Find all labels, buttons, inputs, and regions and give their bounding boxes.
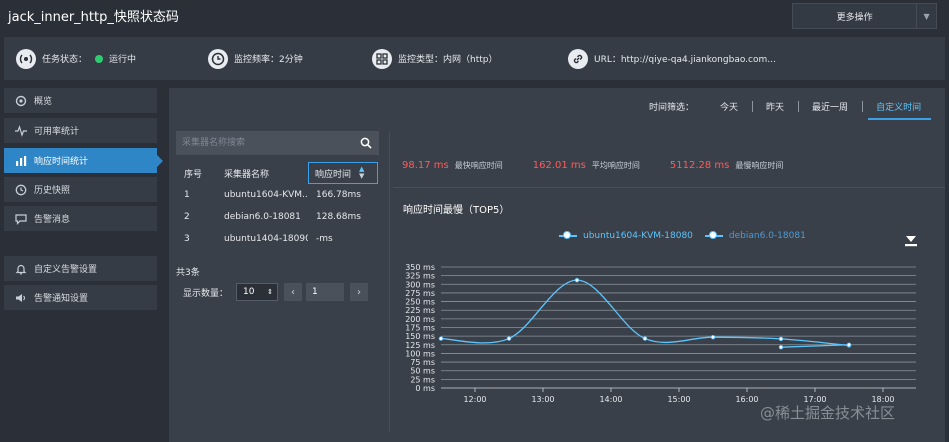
x-tick-label: 15:00 [667, 395, 690, 404]
y-tick-label: 325 ms [405, 272, 435, 281]
x-tick-label: 12:00 [463, 395, 486, 404]
y-tick-label: 225 ms [405, 306, 435, 315]
y-tick-label: 75 ms [410, 358, 435, 367]
y-tick-label: 0 ms [415, 384, 435, 393]
data-point [642, 336, 648, 341]
y-tick-label: 100 ms [405, 349, 435, 358]
data-point [710, 334, 716, 340]
y-tick-label: 25 ms [410, 375, 435, 384]
y-tick-label: 350 ms [405, 263, 435, 272]
y-tick-label: 125 ms [405, 341, 435, 350]
data-point [778, 336, 784, 342]
y-tick-label: 300 ms [405, 280, 435, 289]
y-tick-label: 275 ms [405, 289, 435, 298]
data-point [574, 277, 580, 283]
x-tick-label: 13:00 [531, 395, 554, 404]
data-point [438, 336, 444, 341]
x-tick-label: 16:00 [735, 395, 758, 404]
series-line-0 [440, 279, 850, 347]
y-tick-label: 50 ms [410, 367, 435, 376]
watermark: @稀土掘金技术社区 [760, 404, 896, 422]
y-tick-label: 150 ms [405, 332, 435, 341]
response-time-chart: 0 ms25 ms50 ms75 ms100 ms125 ms150 ms175… [405, 263, 916, 404]
data-point [778, 345, 784, 350]
y-tick-label: 175 ms [405, 324, 435, 333]
data-point [846, 342, 852, 347]
y-tick-label: 250 ms [405, 298, 435, 307]
x-tick-label: 14:00 [599, 395, 622, 404]
y-tick-label: 200 ms [405, 315, 435, 324]
data-point [506, 336, 512, 341]
